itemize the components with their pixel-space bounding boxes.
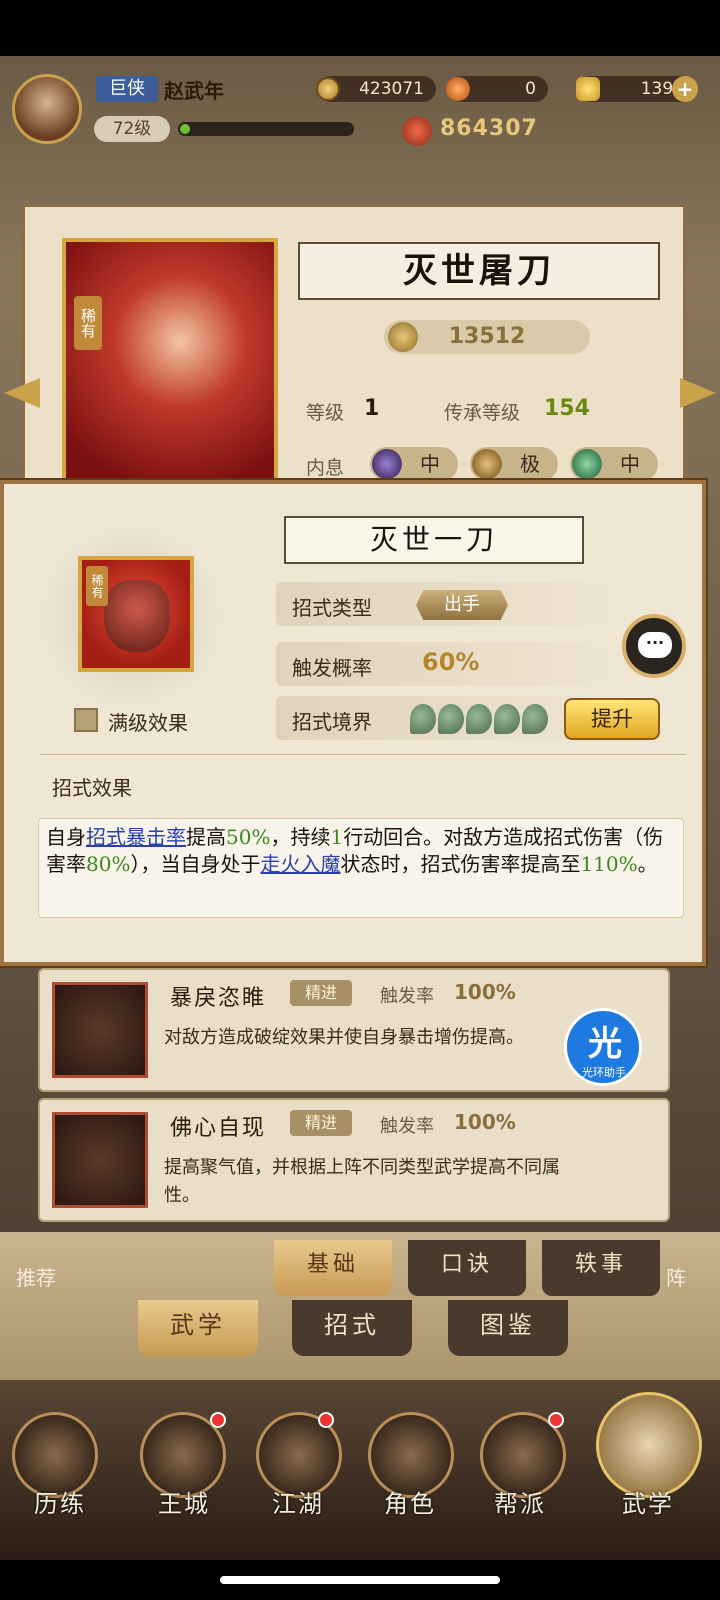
moon-icon — [372, 449, 402, 479]
berserk-status-link[interactable]: 走火入魔 — [260, 852, 340, 876]
skill-type-badge: 出手 — [416, 590, 508, 620]
realm-level-icon — [438, 704, 464, 734]
player-level: 72级 — [94, 116, 170, 142]
effect-description: 自身招式暴击率提高50%，持续1行动回合。对敌方造成招式伤害（伤害率80%），当… — [46, 824, 676, 878]
tab-basic[interactable]: 基础 — [274, 1240, 392, 1296]
effect-text: 自身 — [46, 825, 86, 849]
tab-moves[interactable]: 招式 — [292, 1300, 412, 1356]
effect-text: ，持续 — [270, 825, 331, 849]
nav-training[interactable]: 历练 — [10, 1484, 110, 1519]
skill-thumbnail — [52, 1112, 148, 1208]
tab-martial-arts[interactable]: 武学 — [138, 1300, 258, 1356]
exp-bar-fill — [180, 124, 190, 134]
tab-formula[interactable]: 口诀 — [408, 1240, 526, 1296]
weapon-level-label: 等级 — [306, 402, 345, 424]
chat-bubble-icon[interactable]: ··· — [638, 632, 672, 658]
skill-card-tag: 精进 — [290, 980, 352, 1006]
realm-level-icon — [494, 704, 520, 734]
realm-level-icon — [466, 704, 492, 734]
nav-character[interactable]: 角色 — [360, 1484, 460, 1519]
skill-name: 灭世一刀 — [284, 516, 584, 564]
crescent-icon — [572, 449, 602, 479]
gold-ingot-icon — [576, 77, 600, 101]
effect-value: 50% — [226, 825, 271, 849]
effect-text: 提高 — [186, 825, 226, 849]
nav-martial-arts[interactable]: 武学 — [598, 1484, 698, 1519]
max-level-checkbox[interactable] — [74, 708, 98, 732]
recommend-button[interactable]: 推荐 — [16, 1262, 56, 1291]
upgrade-button[interactable]: 提升 — [564, 698, 660, 740]
weapon-level-value: 1 — [364, 396, 380, 421]
exp-bar — [178, 122, 354, 136]
nav-guild[interactable]: 帮派 — [470, 1484, 570, 1519]
power-value: 864307 — [440, 116, 538, 141]
inherit-level-label: 传承等级 — [444, 402, 521, 424]
realm-level-icon — [522, 704, 548, 734]
add-gold-icon[interactable]: + — [672, 76, 698, 102]
max-level-label[interactable]: 满级效果 — [108, 707, 188, 736]
notification-dot — [548, 1412, 564, 1428]
tab-anecdote[interactable]: 轶事 — [542, 1240, 660, 1296]
effect-value: 110% — [580, 852, 638, 876]
weapon-rarity-tag: 稀有 — [74, 296, 102, 350]
crit-rate-link[interactable]: 招式暴击率 — [86, 825, 186, 849]
inner-breath-label: 内息 — [306, 457, 345, 479]
skill-card-rate-value: 100% — [454, 1110, 516, 1134]
helper-label[interactable]: 光环助手 — [568, 1064, 640, 1080]
skill-card-name: 暴戾恣睢 — [170, 986, 267, 1011]
skill-card-rate-label: 触发率 — [380, 1116, 434, 1137]
demon-mask-icon — [104, 580, 170, 652]
skill-card-description: 提高聚气值，并根据上阵不同类型武学提高不同属性。 — [164, 1157, 560, 1206]
gem-icon — [446, 77, 470, 101]
inherit-level-value: 154 — [544, 396, 590, 421]
trigger-rate-label: 触发概率 — [292, 656, 372, 680]
title-badge: 巨侠 — [96, 76, 158, 102]
effect-heading: 招式效果 — [52, 776, 132, 800]
skill-card-name: 佛心自现 — [170, 1116, 267, 1141]
nav-jianghu[interactable]: 江湖 — [248, 1484, 348, 1519]
skill-card-rate-label: 触发率 — [380, 986, 434, 1007]
tab-codex[interactable]: 图鉴 — [448, 1300, 568, 1356]
divider — [40, 754, 686, 755]
effect-text: ），当自身处于 — [130, 852, 261, 876]
sun-icon — [472, 449, 502, 479]
power-icon — [402, 116, 432, 146]
formation-button[interactable]: 阵 — [666, 1262, 686, 1291]
effect-value: 1 — [330, 825, 344, 849]
weapon-card-art — [62, 238, 278, 494]
martial-arts-scroll-icon[interactable] — [596, 1392, 702, 1498]
coin-icon — [316, 77, 340, 101]
weapon-power-icon — [388, 322, 418, 352]
skill-rarity-tag: 稀有 — [86, 566, 108, 606]
skill-thumbnail — [52, 982, 148, 1078]
effect-text: 状态时，招式伤害率提高至 — [340, 852, 581, 876]
skill-card-description: 对敌方造成破绽效果并使自身暴击增伤提高。 — [164, 1027, 524, 1048]
player-name: 赵武年 — [164, 79, 224, 103]
trigger-rate-value: 60% — [422, 648, 480, 676]
helper-logo-glyph[interactable]: 光 — [588, 1016, 622, 1065]
skill-type-label: 招式类型 — [292, 596, 372, 620]
skill-card-rate-value: 100% — [454, 980, 516, 1004]
notification-dot — [210, 1412, 226, 1428]
realm-level-icon — [410, 704, 436, 734]
skill-card-tag: 精进 — [290, 1110, 352, 1136]
player-avatar[interactable] — [12, 74, 82, 144]
nav-royal-city[interactable]: 王城 — [134, 1484, 234, 1519]
notification-dot — [318, 1412, 334, 1428]
effect-text: 。 — [637, 852, 658, 876]
weapon-name: 灭世屠刀 — [298, 242, 660, 300]
effect-value: 80% — [86, 852, 131, 876]
skill-realm-label: 招式境界 — [292, 710, 372, 734]
home-indicator[interactable] — [220, 1576, 500, 1584]
